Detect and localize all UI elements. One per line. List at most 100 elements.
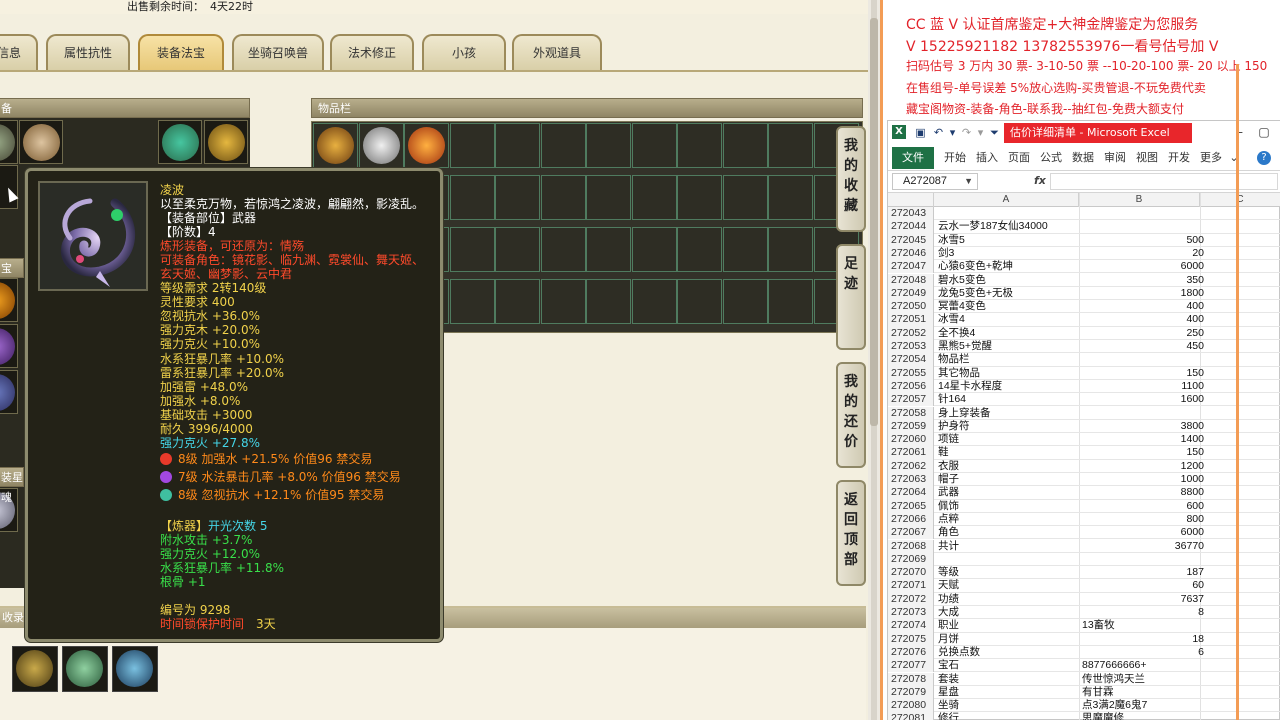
tab-page[interactable]: 页面 xyxy=(1004,147,1034,169)
row-number[interactable]: 272076 xyxy=(888,645,934,660)
inventory-slot[interactable] xyxy=(586,227,631,272)
cell-a[interactable]: 剑3 xyxy=(938,247,1078,260)
cell-a[interactable]: 职业 xyxy=(938,619,1078,632)
insert-function-icon[interactable]: fx xyxy=(1034,174,1046,187)
scrollbar-thumb[interactable] xyxy=(870,18,878,426)
equip-slot-helmet[interactable] xyxy=(19,120,63,164)
cell-a[interactable]: 冰雪5 xyxy=(938,234,1078,247)
inventory-slot[interactable] xyxy=(677,123,722,168)
redo-dropdown-icon[interactable]: ▾ xyxy=(974,126,987,139)
row-number[interactable]: 272060 xyxy=(888,433,934,447)
inventory-slot[interactable] xyxy=(586,279,631,324)
row-number[interactable]: 272054 xyxy=(888,353,934,367)
inventory-slot[interactable] xyxy=(631,279,677,324)
collection-slot-staff[interactable] xyxy=(112,646,158,692)
cell-b[interactable]: 187 xyxy=(1082,566,1204,579)
cell-b[interactable]: 8 xyxy=(1082,606,1204,619)
row-number[interactable]: 272057 xyxy=(888,393,934,407)
inventory-slot[interactable] xyxy=(495,123,540,168)
cell-b[interactable]: 400 xyxy=(1082,313,1204,326)
cell-a[interactable]: 大成 xyxy=(938,606,1078,619)
tab-view[interactable]: 视图 xyxy=(1132,147,1162,169)
row-number[interactable]: 272069 xyxy=(888,552,934,567)
column-header-a[interactable]: A xyxy=(934,193,1079,207)
tab-more[interactable]: 更多 xyxy=(1196,147,1226,169)
tab-review[interactable]: 审阅 xyxy=(1100,147,1130,169)
inventory-slot[interactable] xyxy=(495,279,540,324)
tab-attributes[interactable]: 属性抗性 xyxy=(46,34,130,70)
row-number[interactable]: 272050 xyxy=(888,300,934,314)
inventory-slot[interactable] xyxy=(404,123,449,168)
row-number[interactable]: 272071 xyxy=(888,579,934,593)
cell-a[interactable]: 其它物品 xyxy=(938,367,1078,380)
row-number[interactable]: 272062 xyxy=(888,459,934,473)
cell-b[interactable]: 150 xyxy=(1082,367,1204,380)
tab-home[interactable]: 开始 xyxy=(940,147,970,169)
inventory-slot[interactable] xyxy=(768,227,813,272)
collection-slot-necklace[interactable] xyxy=(12,646,58,692)
cell-a[interactable]: 天赋 xyxy=(938,579,1078,592)
save-icon[interactable]: ▣ xyxy=(914,126,927,139)
cell-b[interactable]: 450 xyxy=(1082,340,1204,353)
tab-spells[interactable]: 法术修正 xyxy=(330,34,414,70)
inventory-slot[interactable] xyxy=(631,175,677,220)
cell-b[interactable]: 8800 xyxy=(1082,486,1204,499)
customize-toolbar-icon[interactable]: ⏷ xyxy=(988,126,1001,139)
game-scrollbar[interactable] xyxy=(868,0,880,720)
tab-equipment[interactable]: 装备法宝 xyxy=(138,34,224,70)
row-number[interactable]: 272061 xyxy=(888,446,934,460)
cell-b[interactable]: 13畜牧 xyxy=(1082,619,1204,632)
inventory-slot[interactable] xyxy=(313,123,358,168)
favorites-button[interactable]: 我的收藏 xyxy=(836,126,866,232)
tab-file[interactable]: 文件 xyxy=(892,147,934,169)
collection-slot-ring[interactable] xyxy=(62,646,108,692)
tab-data[interactable]: 数据 xyxy=(1068,147,1098,169)
cell-a[interactable]: 黑熊5+觉醒 xyxy=(938,340,1078,353)
inventory-slot[interactable] xyxy=(768,175,813,220)
cell-a[interactable]: 冰雪4 xyxy=(938,313,1078,326)
cell-a[interactable]: 等级 xyxy=(938,566,1078,579)
tab-mounts[interactable]: 坐骑召唤兽 xyxy=(232,34,324,70)
row-number[interactable]: 272074 xyxy=(888,619,934,633)
cell-a[interactable]: 角色 xyxy=(938,526,1078,539)
maximize-icon[interactable]: ▢ xyxy=(1257,125,1271,139)
cell-a[interactable]: 14星卡水程度 xyxy=(938,380,1078,393)
inventory-slot[interactable] xyxy=(722,279,768,324)
row-number[interactable]: 272045 xyxy=(888,233,934,247)
tab-children[interactable]: 小孩 xyxy=(422,34,506,70)
row-number[interactable]: 272065 xyxy=(888,499,934,513)
undo-icon[interactable]: ↶ xyxy=(932,126,945,139)
row-number[interactable]: 272058 xyxy=(888,406,934,420)
cell-a[interactable]: 物品栏 xyxy=(938,353,1078,366)
row-number[interactable]: 272075 xyxy=(888,632,934,646)
redo-icon[interactable]: ↷ xyxy=(960,126,973,139)
cell-b[interactable]: 7637 xyxy=(1082,593,1204,606)
cell-a[interactable]: 鞋 xyxy=(938,446,1078,459)
formula-input[interactable] xyxy=(1050,173,1278,190)
cell-b[interactable]: 1000 xyxy=(1082,473,1204,486)
inventory-slot[interactable] xyxy=(449,279,495,324)
inventory-slot[interactable] xyxy=(768,279,813,324)
row-number[interactable]: 272043 xyxy=(888,207,934,221)
cell-b[interactable]: 6000 xyxy=(1082,260,1204,273)
cell-b[interactable]: 20 xyxy=(1082,247,1204,260)
cell-b[interactable]: 400 xyxy=(1082,300,1204,313)
equip-slot[interactable] xyxy=(0,120,18,164)
cell-b[interactable]: 1600 xyxy=(1082,393,1204,406)
inventory-slot[interactable] xyxy=(449,175,495,220)
name-box[interactable]: A272087 ▼ xyxy=(892,173,978,190)
row-number[interactable]: 272055 xyxy=(888,366,934,380)
cell-a[interactable]: 衣服 xyxy=(938,460,1078,473)
help-icon[interactable]: ? xyxy=(1257,151,1271,165)
row-number[interactable]: 272049 xyxy=(888,286,934,301)
row-number[interactable]: 272059 xyxy=(888,419,934,434)
row-number[interactable]: 272064 xyxy=(888,486,934,500)
row-number[interactable]: 272051 xyxy=(888,313,934,327)
tab-insert[interactable]: 插入 xyxy=(972,147,1002,169)
equip-slot[interactable] xyxy=(0,324,18,368)
cell-b[interactable]: 3800 xyxy=(1082,420,1204,433)
cell-b[interactable]: 传世惊鸿天兰 xyxy=(1082,673,1204,686)
inventory-slot[interactable] xyxy=(540,175,586,220)
cell-b[interactable]: 1100 xyxy=(1082,380,1204,393)
row-number[interactable]: 272079 xyxy=(888,685,934,700)
